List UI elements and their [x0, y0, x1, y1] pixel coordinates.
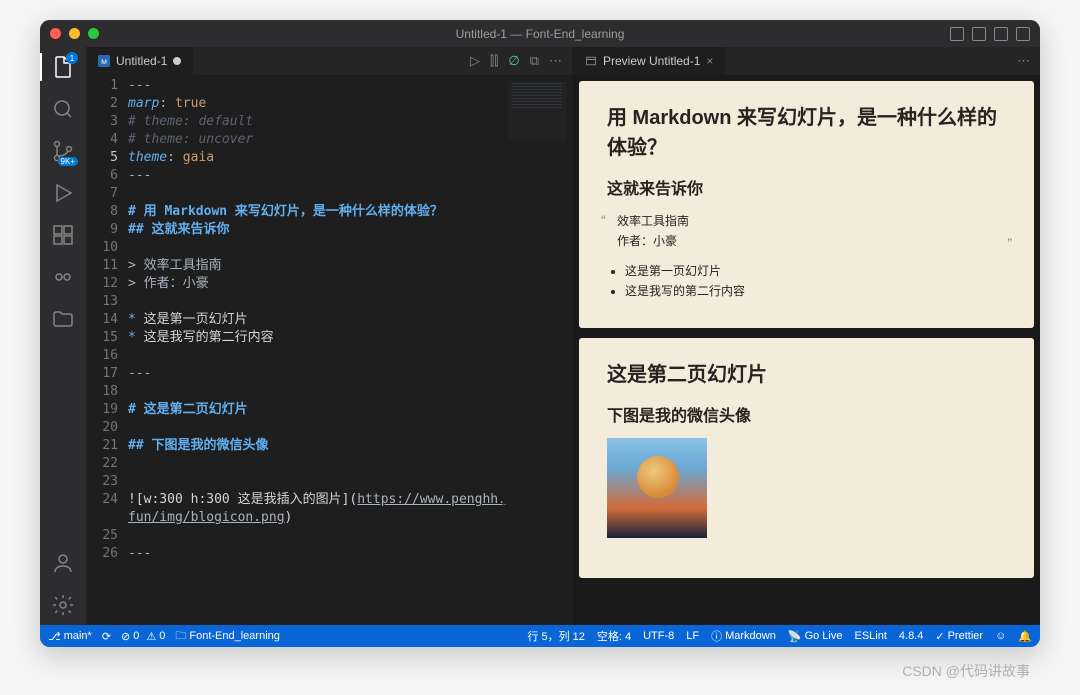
- markdown-file-icon: M: [98, 55, 110, 67]
- maximize-icon[interactable]: [88, 28, 99, 39]
- more-icon[interactable]: ⋯: [549, 53, 562, 69]
- source-control-icon[interactable]: 9K+: [51, 139, 75, 163]
- account-icon[interactable]: [51, 551, 75, 575]
- svg-text:M: M: [101, 59, 107, 66]
- vscode-window: Untitled-1 — Font-End_learning 1 9K+: [40, 20, 1040, 647]
- indent-status[interactable]: 空格: 4: [597, 628, 631, 644]
- explorer-icon[interactable]: 1: [51, 55, 75, 79]
- close-icon[interactable]: [50, 28, 61, 39]
- settings-icon[interactable]: [51, 593, 75, 617]
- tab-label: Untitled-1: [116, 54, 167, 68]
- slide1-list: 这是第一页幻灯片 这是我写的第二行内容: [607, 262, 1006, 299]
- error-icon: ⊘: [121, 630, 130, 643]
- eol-status[interactable]: LF: [686, 630, 699, 642]
- slide1-title: 用 Markdown 来写幻灯片，是一种什么样的体验？: [607, 103, 1006, 163]
- preview-tabbar: Preview Untitled-1 × ⋯: [573, 47, 1040, 75]
- git-branch[interactable]: ⎇main*: [48, 630, 92, 643]
- line-numbers: 123456789101112131415161718192021222324 …: [86, 75, 128, 625]
- folder-icon[interactable]: [51, 307, 75, 331]
- window-body: 1 9K+: [40, 47, 1040, 625]
- activity-bar: 1 9K+: [40, 47, 86, 625]
- eslint-status[interactable]: ESLint: [854, 630, 886, 642]
- list-item: 这是我写的第二行内容: [625, 282, 1006, 299]
- editor-group: M Untitled-1 ▷ ⫿⫿ ∅ ⧉ ⋯ 1234567891011121…: [86, 47, 572, 625]
- panel-left-icon[interactable]: [950, 27, 964, 41]
- editor-area[interactable]: 123456789101112131415161718192021222324 …: [86, 75, 572, 625]
- minimap[interactable]: [502, 75, 572, 625]
- panel-right-icon[interactable]: [994, 27, 1008, 41]
- lang-icon: ⓘ: [711, 628, 722, 644]
- close-tab-icon[interactable]: ×: [706, 54, 713, 68]
- panel-bottom-icon[interactable]: [972, 27, 986, 41]
- slide1-subtitle: 这就来告诉你: [607, 175, 1006, 199]
- version-status[interactable]: 4.8.4: [899, 630, 923, 642]
- watermark: CSDN @代码讲故事: [902, 661, 1030, 681]
- problems-errors[interactable]: ⊘0⚠0: [121, 630, 165, 643]
- warning-icon: ⚠: [146, 630, 156, 643]
- files-badge: 1: [66, 52, 78, 64]
- status-bar: ⎇main* ⟳ ⊘0⚠0 🗀Font-End_learning 行 5，列 1…: [40, 625, 1040, 647]
- cursor-position[interactable]: 行 5，列 12: [527, 628, 584, 644]
- dirty-indicator-icon: [173, 57, 181, 65]
- editor-tabbar: M Untitled-1 ▷ ⫿⫿ ∅ ⧉ ⋯: [86, 47, 572, 75]
- feedback-icon[interactable]: ☺: [995, 630, 1006, 642]
- run-file-icon[interactable]: ▷: [470, 53, 480, 69]
- sync-icon: ⟳: [102, 630, 111, 643]
- preview-more-icon[interactable]: ⋯: [1017, 53, 1030, 69]
- window-title: Untitled-1 — Font-End_learning: [456, 27, 625, 41]
- diff-icon[interactable]: ⧉: [530, 53, 539, 69]
- folder-small-icon: 🗀: [175, 627, 186, 646]
- slide-1: 用 Markdown 来写幻灯片，是一种什么样的体验？ 这就来告诉你 效率工具指…: [579, 81, 1034, 328]
- preview-body[interactable]: 用 Markdown 来写幻灯片，是一种什么样的体验？ 这就来告诉你 效率工具指…: [573, 75, 1040, 625]
- preview-pane: Preview Untitled-1 × ⋯ 用 Markdown 来写幻灯片，…: [572, 47, 1040, 625]
- preview-icon: [585, 55, 597, 67]
- slide1-quote: 效率工具指南 作者：小豪: [607, 211, 1006, 252]
- encoding-status[interactable]: UTF-8: [643, 630, 674, 642]
- broadcast-icon: 📡: [788, 630, 802, 643]
- slide2-image: [607, 438, 707, 538]
- branch-icon: ⎇: [48, 630, 61, 643]
- scm-badge: 9K+: [58, 157, 78, 166]
- list-item: 这是第一页幻灯片: [625, 262, 1006, 279]
- slide-2: 这是第二页幻灯片 下图是我的微信头像: [579, 338, 1034, 578]
- prettier-status[interactable]: ✓Prettier: [935, 630, 983, 643]
- folder-status[interactable]: 🗀Font-End_learning: [175, 627, 280, 646]
- traffic-lights: [50, 28, 99, 39]
- preview-tab[interactable]: Preview Untitled-1 ×: [573, 47, 726, 75]
- layout-controls: [950, 27, 1030, 41]
- go-live-button[interactable]: 📡Go Live: [788, 630, 843, 643]
- check-icon: ✓: [935, 630, 944, 643]
- editor-tab-actions: ▷ ⫿⫿ ∅ ⧉ ⋯: [460, 47, 572, 75]
- remote-icon[interactable]: [51, 265, 75, 289]
- bell-icon[interactable]: 🔔: [1018, 630, 1032, 643]
- language-status[interactable]: ⓘMarkdown: [711, 628, 776, 644]
- minimize-icon[interactable]: [69, 28, 80, 39]
- split-icon[interactable]: ⫿⫿: [490, 53, 498, 69]
- slide2-title: 这是第二页幻灯片: [607, 360, 1006, 390]
- editor-tab[interactable]: M Untitled-1: [86, 47, 194, 75]
- marp-toggle-icon[interactable]: ∅: [508, 53, 519, 69]
- titlebar: Untitled-1 — Font-End_learning: [40, 20, 1040, 47]
- search-icon[interactable]: [51, 97, 75, 121]
- extensions-icon[interactable]: [51, 223, 75, 247]
- slide2-subtitle: 下图是我的微信头像: [607, 402, 1006, 426]
- sync-button[interactable]: ⟳: [102, 630, 111, 643]
- preview-tab-label: Preview Untitled-1: [603, 54, 700, 68]
- run-icon[interactable]: [51, 181, 75, 205]
- layout-icon[interactable]: [1016, 27, 1030, 41]
